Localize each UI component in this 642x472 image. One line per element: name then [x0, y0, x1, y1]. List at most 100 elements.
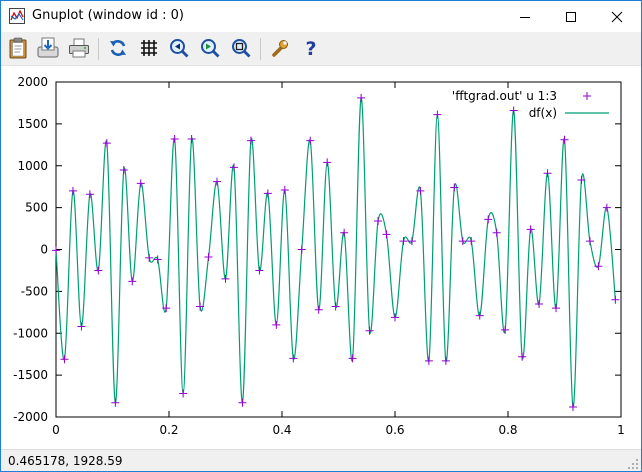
- help-button[interactable]: ?: [299, 36, 323, 60]
- data-point: [501, 325, 510, 334]
- legend-sample-points: [583, 92, 591, 100]
- legend: 'fftgrad.out' u 1:3 df(x): [452, 89, 609, 120]
- print-button[interactable]: [67, 36, 91, 60]
- data-point: [128, 277, 137, 286]
- data-point: [85, 190, 94, 199]
- close-icon: [611, 11, 623, 22]
- zoom-next-button[interactable]: [198, 36, 222, 60]
- data-point: [111, 398, 120, 407]
- data-point: [102, 139, 111, 148]
- data-point: [365, 326, 374, 335]
- plot-area[interactable]: 0 0.2 0.4 0.6 0.8 1 -2000 -1500 -1000 -500 0 500 10…: [1, 66, 641, 448]
- data-point: [255, 266, 264, 275]
- data-point: [179, 389, 188, 398]
- data-point: [407, 237, 416, 246]
- data-point: [246, 136, 255, 145]
- data-point: [153, 255, 162, 264]
- data-point: [475, 311, 484, 320]
- data-point: [221, 274, 230, 283]
- x-tick-label: 0.4: [272, 423, 291, 437]
- data-point: [289, 354, 298, 363]
- export-icon: [37, 37, 59, 58]
- data-point: [145, 253, 154, 262]
- clipboard-icon: [9, 37, 27, 59]
- zoom-previous-icon: [170, 39, 189, 58]
- data-point: [229, 163, 238, 172]
- x-tick-label: 0.6: [385, 423, 404, 437]
- legend-label-line: df(x): [529, 106, 557, 120]
- data-point: [535, 299, 544, 308]
- x-tick-labels: 0 0.2 0.4 0.6 0.8 1: [52, 423, 625, 437]
- plot-border: [55, 81, 622, 418]
- data-point: [552, 304, 561, 313]
- options-button[interactable]: [268, 36, 292, 60]
- maximize-button[interactable]: [548, 1, 594, 32]
- y-tick-label: 0: [40, 243, 48, 257]
- y-tick-labels: -2000 -1500 -1000 -500 0 500 1000 1500 2000: [13, 75, 48, 424]
- copy-clipboard-button[interactable]: [6, 36, 30, 60]
- x-tick-label: 0.8: [498, 423, 517, 437]
- title-bar[interactable]: Gnuplot (window id : 0): [1, 1, 641, 32]
- minimize-icon: [520, 16, 530, 18]
- zoom-prev-button[interactable]: [167, 36, 191, 60]
- legend-point-marker: [583, 92, 591, 100]
- data-point: [204, 253, 213, 262]
- minimize-button[interactable]: [502, 1, 548, 32]
- data-point: [306, 136, 315, 145]
- data-point: [492, 228, 501, 237]
- data-point: [357, 93, 366, 102]
- data-point: [594, 262, 603, 271]
- data-point: [170, 134, 179, 143]
- resize-grip-icon[interactable]: [627, 458, 639, 470]
- data-point: [441, 356, 450, 365]
- autoscale-button[interactable]: [229, 36, 253, 60]
- export-button[interactable]: [36, 36, 60, 60]
- grid-icon: [141, 40, 157, 56]
- data-point: [518, 352, 527, 361]
- toolbar: ?: [1, 32, 641, 66]
- close-button[interactable]: [594, 1, 640, 32]
- plot-chart[interactable]: 0 0.2 0.4 0.6 0.8 1 -2000 -1500 -1000 -500 0 500 10…: [1, 66, 641, 448]
- refresh-icon: [110, 40, 126, 56]
- data-point: [560, 135, 569, 144]
- data-point: [348, 354, 357, 363]
- printer-icon: [69, 38, 89, 58]
- grid-button[interactable]: [137, 36, 161, 60]
- svg-text:?: ?: [305, 38, 316, 59]
- y-tick-label: 500: [25, 201, 48, 215]
- data-point: [509, 106, 518, 115]
- df-curve-line: [55, 97, 616, 408]
- replot-button[interactable]: [106, 36, 130, 60]
- data-point: [602, 203, 611, 212]
- maximize-icon: [566, 11, 576, 22]
- data-point: [297, 245, 306, 254]
- data-point: [238, 398, 247, 407]
- autoscale-icon: [232, 39, 251, 58]
- data-point: [526, 225, 535, 234]
- data-point: [585, 237, 594, 246]
- data-point: [424, 356, 433, 365]
- y-tick-label: 1500: [17, 117, 48, 131]
- data-point: [280, 186, 289, 195]
- data-point: [340, 228, 349, 237]
- legend-label-points: 'fftgrad.out' u 1:3: [452, 89, 557, 103]
- data-point: [331, 302, 340, 311]
- data-point: [68, 186, 77, 195]
- x-tick-label: 0: [52, 423, 60, 437]
- y-tick-label: -1500: [13, 368, 48, 382]
- data-point: [543, 169, 552, 178]
- status-bar: 0.465178, 1928.59: [1, 449, 641, 471]
- zoom-next-icon: [201, 39, 220, 58]
- data-point: [374, 217, 383, 226]
- wrench-icon: [272, 40, 288, 57]
- y-tick-label: -500: [21, 284, 48, 298]
- toolbar-separator: [98, 38, 99, 60]
- data-point: [60, 355, 69, 364]
- data-point: [213, 177, 222, 186]
- help-icon: ?: [305, 38, 316, 59]
- y-tick-label: -1000: [13, 326, 48, 340]
- data-point: [52, 246, 60, 255]
- axis-ticks: [55, 81, 622, 418]
- data-point: [263, 189, 272, 198]
- data-point: [314, 305, 323, 314]
